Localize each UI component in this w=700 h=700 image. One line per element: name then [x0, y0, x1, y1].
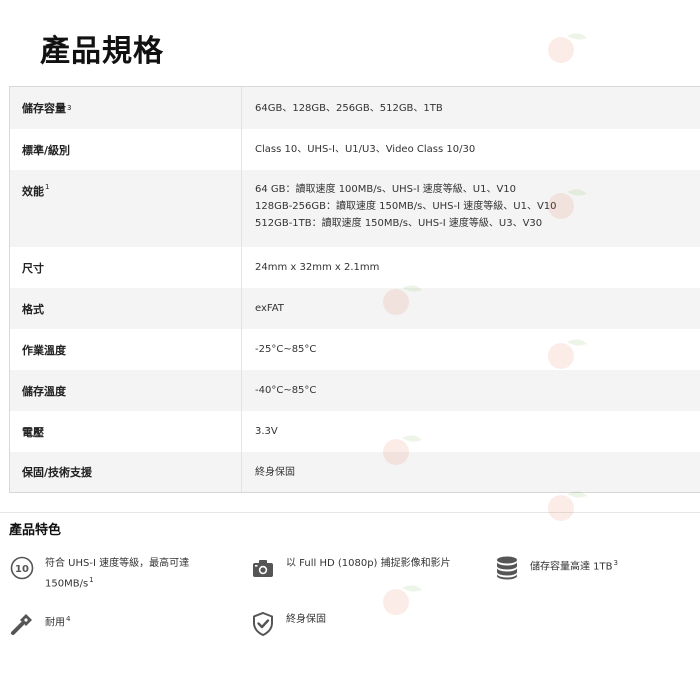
spec-label: 標準/級別 [10, 129, 242, 170]
features-title: 產品特色 [9, 523, 62, 538]
speed-class-10-icon: 10 [9, 555, 35, 581]
spec-row-performance: 效能 1 64 GB：讀取速度 100MB/s、UHS-I 速度等級、U1、V10… [10, 170, 700, 247]
feature-item-durable: 耐用4 [9, 611, 70, 637]
spec-value: 終身保固 [255, 466, 295, 478]
feature-item-speed: 10 符合 UHS-I 速度等級，最高可達 150MB/s1 [9, 555, 189, 592]
spec-label: 保固/技術支援 [10, 452, 242, 492]
watermark-logo [380, 582, 424, 622]
feature-text: 符合 UHS-I 速度等級，最高可達 150MB/s1 [45, 558, 190, 590]
feature-text: 以 Full HD (1080p) 捕捉影像和影片 [286, 558, 451, 569]
feature-text: 終身保固 [286, 614, 326, 625]
watermark-logo [545, 30, 589, 70]
spec-row-storage-temp: 儲存溫度 -40°C~85°C [10, 370, 700, 411]
spec-label: 效能 1 [10, 170, 242, 247]
feature-text: 耐用4 [45, 615, 71, 629]
spec-value: -40°C~85°C [255, 385, 317, 396]
feature-text: 儲存容量高達 1TB3 [530, 559, 618, 573]
spec-label: 尺寸 [10, 247, 242, 288]
spec-value: exFAT [255, 303, 284, 314]
wrench-tool-icon [9, 611, 35, 637]
spec-value: Class 10、UHS-I、U1/U3、Video Class 10/30 [255, 144, 476, 155]
spec-label: 儲存溫度 [10, 370, 242, 411]
spec-row-warranty: 保固/技術支援 終身保固 [10, 452, 700, 492]
shield-check-icon [250, 611, 276, 637]
section-divider [0, 512, 700, 513]
spec-label: 儲存容量 3 [10, 87, 242, 129]
feature-item-warranty: 終身保固 [250, 611, 326, 637]
spec-row-voltage: 電壓 3.3V [10, 411, 700, 452]
spec-row-format: 格式 exFAT [10, 288, 700, 329]
watermark-logo [545, 336, 589, 376]
spec-value: 64GB、128GB、256GB、512GB、1TB [255, 102, 443, 114]
page-title: 產品規格 [40, 34, 164, 69]
watermark-logo [380, 282, 424, 322]
spec-row-capacity: 儲存容量 3 64GB、128GB、256GB、512GB、1TB [10, 87, 700, 129]
spec-value: 24mm x 32mm x 2.1mm [255, 262, 380, 273]
spec-row-standard: 標準/級別 Class 10、UHS-I、U1/U3、Video Class 1… [10, 129, 700, 170]
spec-table: 儲存容量 3 64GB、128GB、256GB、512GB、1TB 標準/級別 C… [9, 86, 700, 493]
spec-label: 作業溫度 [10, 329, 242, 370]
watermark-logo [545, 186, 589, 226]
spec-value: 3.3V [255, 426, 278, 437]
watermark-logo [380, 432, 424, 472]
spec-row-operating-temp: 作業溫度 -25°C~85°C [10, 329, 700, 370]
feature-item-storage: 儲存容量高達 1TB3 [494, 555, 618, 581]
spec-row-dimensions: 尺寸 24mm x 32mm x 2.1mm [10, 247, 700, 288]
spec-label: 格式 [10, 288, 242, 329]
watermark-logo [545, 488, 589, 528]
spec-value: 64 GB：讀取速度 100MB/s、UHS-I 速度等級、U1、V10 128… [255, 184, 557, 229]
svg-text:10: 10 [15, 564, 29, 575]
spec-label: 電壓 [10, 411, 242, 452]
camera-icon [250, 555, 276, 581]
feature-item-camera: 以 Full HD (1080p) 捕捉影像和影片 [250, 555, 451, 581]
spec-value: -25°C~85°C [255, 344, 317, 355]
storage-database-icon [494, 555, 520, 581]
